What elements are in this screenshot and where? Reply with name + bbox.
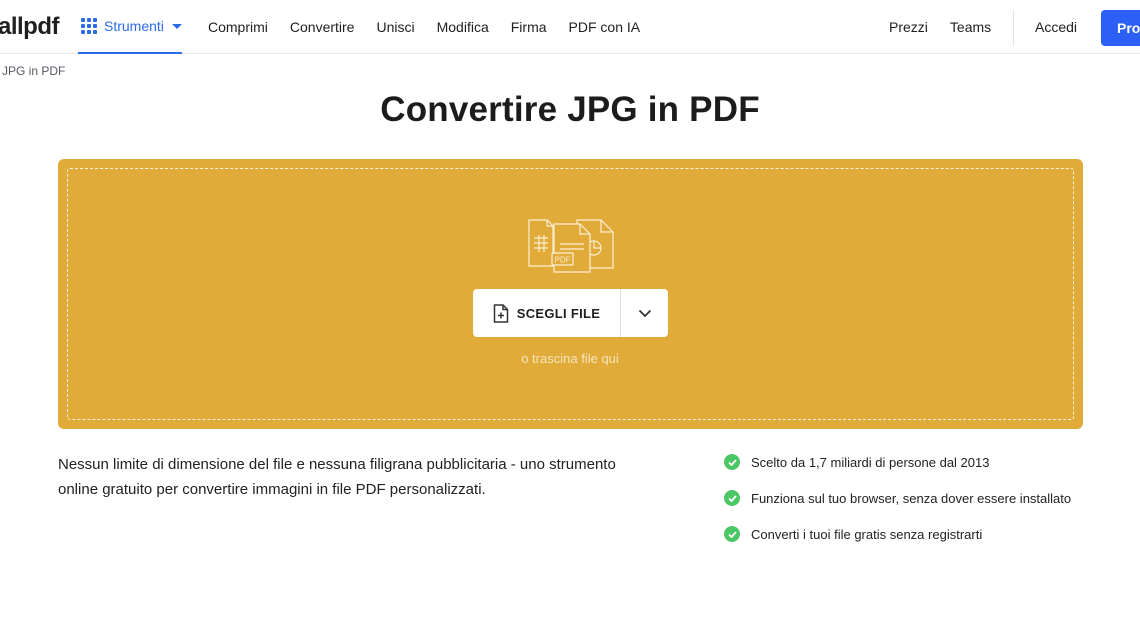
grid-icon: [81, 18, 97, 34]
chevron-down-icon: [638, 309, 651, 317]
logo[interactable]: allpdf: [0, 13, 60, 41]
tools-menu-label: Strumenti: [104, 18, 164, 34]
feature-list: Scelto da 1,7 miliardi di persone dal 20…: [724, 452, 1071, 560]
choose-file-group: SCEGLI FILE: [473, 289, 668, 337]
feature-text: Converti i tuoi file gratis senza regist…: [751, 526, 983, 542]
feature-item: Funziona sul tuo browser, senza dover es…: [724, 488, 1071, 508]
nav-item-unisci[interactable]: Unisci: [376, 19, 414, 35]
tools-menu[interactable]: Strumenti: [78, 0, 182, 54]
documents-illustration-icon: PDF: [528, 219, 614, 273]
feature-text: Funziona sul tuo browser, senza dover es…: [751, 490, 1072, 506]
feature-item: Scelto da 1,7 miliardi di persone dal 20…: [724, 452, 1071, 472]
file-add-icon: [493, 303, 508, 323]
tool-description: Nessun limite di dimensione del file e n…: [58, 456, 616, 498]
feature-item: Converti i tuoi file gratis senza regist…: [724, 524, 1071, 544]
breadcrumb[interactable]: JPG in PDF: [2, 64, 65, 78]
main-nav: Comprimi Convertire Unisci Modifica Firm…: [208, 0, 662, 54]
nav-item-modifica[interactable]: Modifica: [437, 19, 489, 35]
check-circle-icon: [724, 490, 740, 506]
check-circle-icon: [724, 454, 740, 470]
choose-source-dropdown-button[interactable]: [621, 289, 668, 337]
choose-file-button[interactable]: SCEGLI FILE: [473, 289, 620, 337]
try-pro-button[interactable]: Prova: [1101, 10, 1140, 46]
nav-item-comprimi[interactable]: Comprimi: [208, 19, 268, 35]
drag-hint: o trascina file qui: [521, 351, 619, 366]
page-title: Convertire JPG in PDF: [380, 90, 760, 129]
nav-item-firma[interactable]: Firma: [511, 19, 547, 35]
choose-file-label: SCEGLI FILE: [516, 305, 601, 321]
feature-text: Scelto da 1,7 miliardi di persone dal 20…: [751, 454, 990, 470]
nav-item-prezzi[interactable]: Prezzi: [889, 19, 928, 35]
nav-item-teams[interactable]: Teams: [950, 19, 991, 35]
header-divider: [1013, 10, 1014, 46]
login-link[interactable]: Accedi: [1035, 0, 1077, 54]
secondary-nav: Prezzi Teams: [889, 0, 1013, 54]
nav-item-pdf-ia[interactable]: PDF con IA: [569, 19, 641, 35]
caret-down-icon: [171, 23, 182, 29]
check-circle-icon: [724, 526, 740, 542]
nav-item-convertire[interactable]: Convertire: [290, 19, 355, 35]
pdf-badge-label: PDF: [555, 256, 571, 265]
top-navbar: allpdf Strumenti Comprimi Convertire Uni…: [0, 0, 1140, 54]
